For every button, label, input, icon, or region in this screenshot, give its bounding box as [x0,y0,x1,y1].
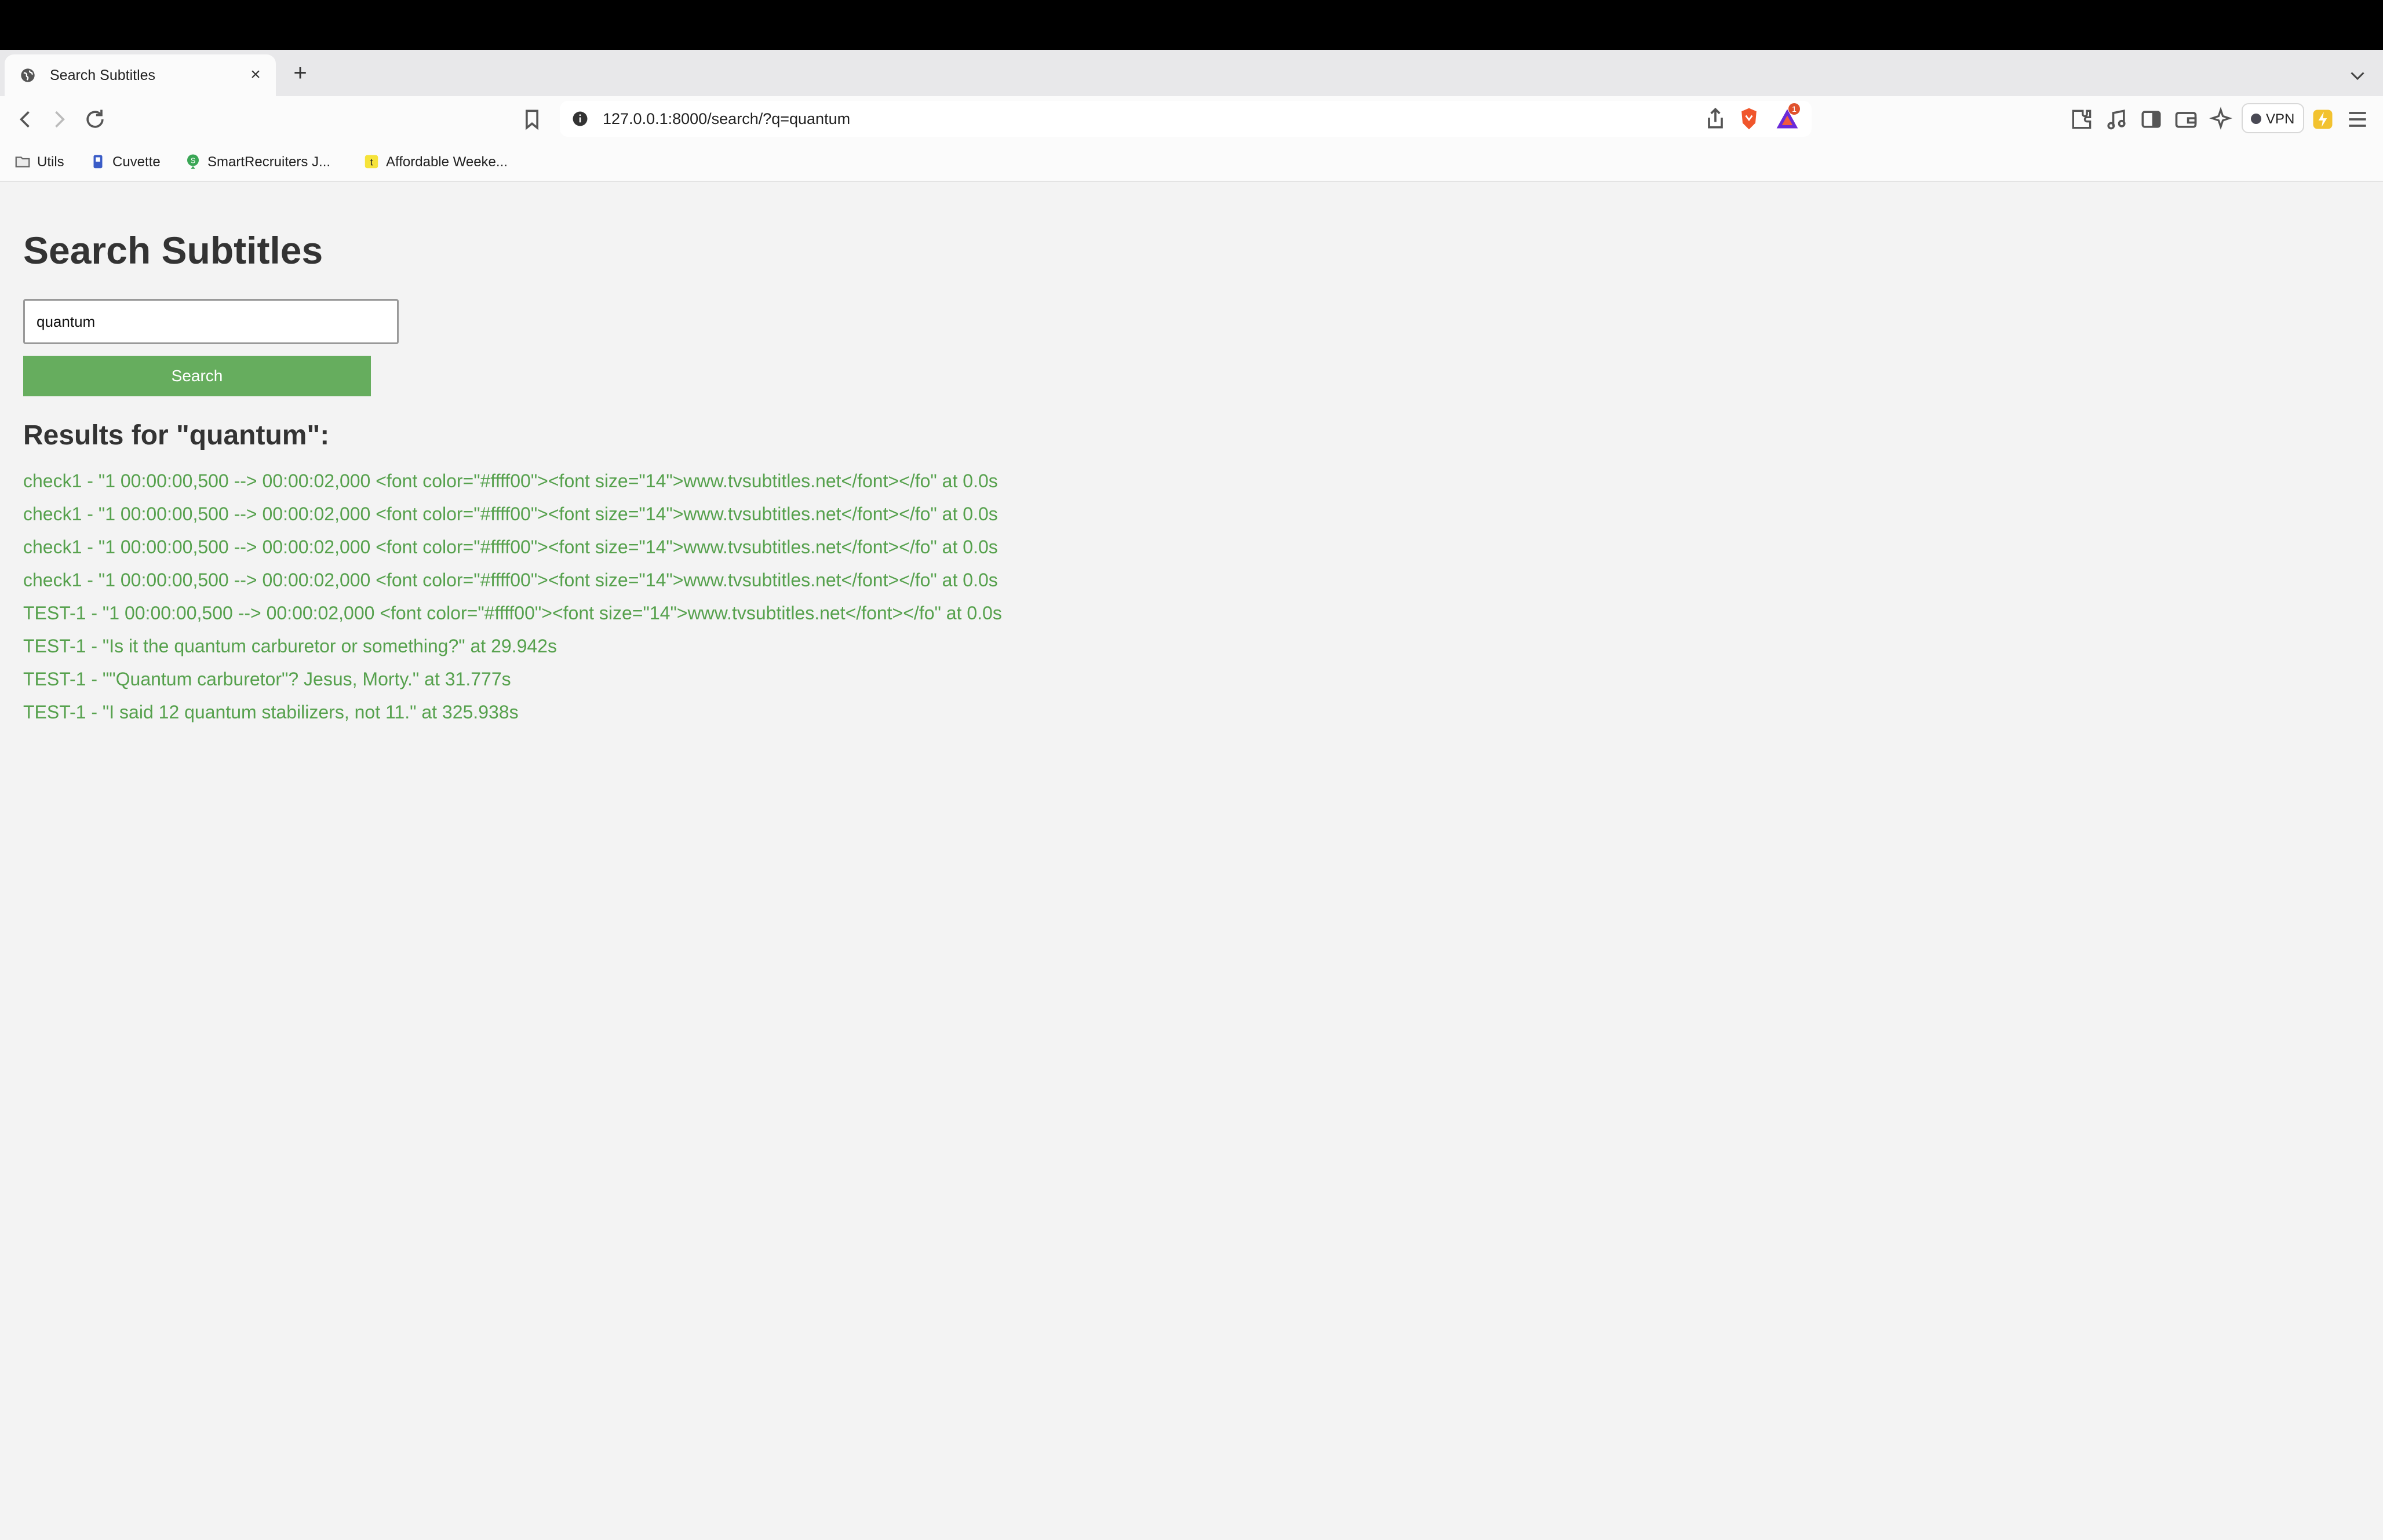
tab-search-subtitles[interactable]: Search Subtitles × [5,54,276,96]
result-item: check1 - "1 00:00:00,500 --> 00:00:02,00… [23,570,998,590]
forward-icon[interactable] [46,107,72,132]
brave-shields-icon[interactable] [1736,106,1762,132]
page-title: Search Subtitles [23,229,323,272]
notification-badge: 1 [1788,103,1800,115]
bookmark-icon[interactable] [519,107,545,132]
cuvette-favicon [93,155,103,169]
bookmark-cuvette[interactable]: Cuvette [89,152,170,171]
chevron-down-icon[interactable] [2347,65,2368,86]
vpn-label: VPN [2266,111,2295,127]
svg-text:S: S [191,157,195,165]
extensions-icon[interactable] [2069,107,2094,132]
os-menu-bar [0,0,2383,50]
results-list: check1 - "1 00:00:00,500 --> 00:00:02,00… [23,470,1002,735]
result-item: TEST-1 - "Is it the quantum carburetor o… [23,636,557,656]
leo-ai-icon[interactable] [2208,107,2233,132]
page-content: Search Subtitles Search Results for "qua… [0,183,2383,1540]
result-item: check1 - "1 00:00:00,500 --> 00:00:02,00… [23,503,998,524]
wallet-icon[interactable] [2173,107,2199,132]
svg-text:t: t [370,156,373,167]
new-tab-button[interactable]: + [287,61,313,87]
result-item: TEST-1 - "I said 12 quantum stabilizers,… [23,702,519,722]
bookmark-utils[interactable]: Utils [14,152,78,171]
tab-title: Search Subtitles [50,67,156,83]
sidebar-icon[interactable] [2138,107,2164,132]
bookmarks-bar: Utils Cuvette S SmartRecruiters J... t A… [0,143,2383,182]
search-button[interactable]: Search [23,356,371,396]
bookmark-label: Cuvette [112,154,161,170]
share-icon[interactable] [1703,106,1728,132]
result-item: check1 - "1 00:00:00,500 --> 00:00:02,00… [23,537,998,557]
browser-toolbar: 127.0.0.1:8000/search/?q=quantum 1 VPN [0,96,2383,143]
reload-icon[interactable] [82,107,108,132]
menu-icon[interactable] [2345,107,2370,132]
t-favicon: t [365,155,378,169]
site-info-icon[interactable] [571,110,589,127]
result-item: TEST-1 - "1 00:00:00,500 --> 00:00:02,00… [23,603,1002,623]
result-item: TEST-1 - ""Quantum carburetor"? Jesus, M… [23,669,511,689]
extension-bolt-icon[interactable] [2310,107,2335,132]
bookmark-label: SmartRecruiters J... [207,154,331,170]
vpn-button[interactable]: VPN [2242,103,2304,133]
result-item: check1 - "1 00:00:00,500 --> 00:00:02,00… [23,470,998,491]
search-input[interactable] [23,299,399,344]
url-text: 127.0.0.1:8000/search/?q=quantum [603,110,851,127]
close-tab-icon[interactable]: × [246,65,265,85]
tab-strip: Search Subtitles × + [0,50,2383,96]
bookmark-label: Utils [37,154,64,170]
folder-icon [15,156,30,167]
bookmark-smartrecruiters[interactable]: S SmartRecruiters J... [184,152,347,171]
smartrecruiters-favicon: S [187,154,199,169]
back-icon[interactable] [13,107,38,132]
bookmark-affordable-weekends[interactable]: t Affordable Weeke... [363,152,525,171]
globe-icon [21,68,35,82]
music-icon[interactable] [2104,107,2129,132]
vpn-status-icon [2251,114,2261,124]
bookmark-label: Affordable Weeke... [386,154,508,170]
address-bar[interactable]: 127.0.0.1:8000/search/?q=quantum 1 [560,101,1812,137]
results-heading: Results for "quantum": [23,420,330,451]
